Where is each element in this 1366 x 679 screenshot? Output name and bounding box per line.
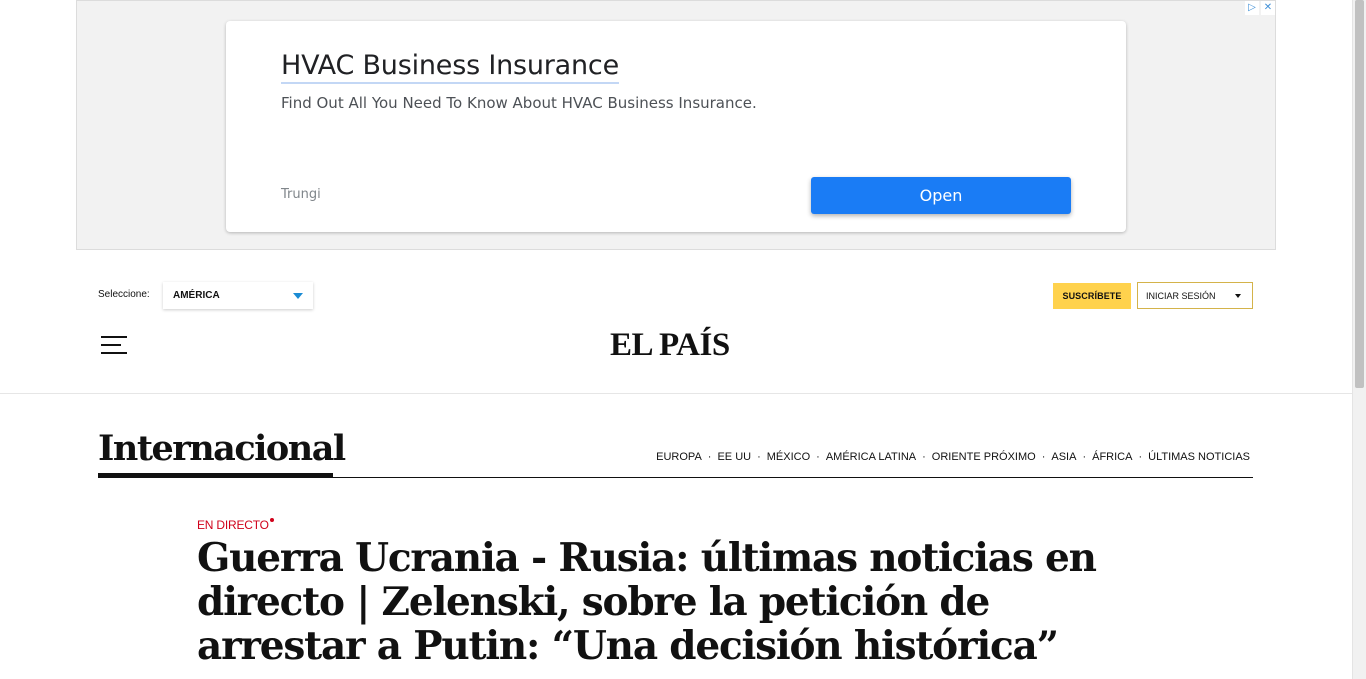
article-headline[interactable]: Guerra Ucrania - Rusia: últimas noticias… <box>197 536 1157 668</box>
section-nav: EUROPA · EE UU · MÉXICO · AMÉRICA LATINA… <box>656 451 1250 463</box>
nav-separator: · <box>1041 451 1046 463</box>
nav-item-mexico[interactable]: MÉXICO <box>767 451 810 463</box>
logo[interactable]: EL PAÍS <box>610 327 750 364</box>
nav-item-africa[interactable]: ÁFRICA <box>1092 451 1132 463</box>
header-divider <box>0 393 1352 394</box>
ad-title[interactable]: HVAC Business Insurance <box>281 50 619 84</box>
ad-choices[interactable]: ▷ ✕ <box>1245 1 1275 15</box>
login-button[interactable]: INICIAR SESIÓN <box>1137 282 1253 309</box>
nav-item-oriente-proximo[interactable]: ORIENTE PRÓXIMO <box>932 451 1036 463</box>
adchoices-icon[interactable]: ▷ <box>1245 1 1259 15</box>
nav-separator: · <box>922 451 926 463</box>
ad-description: Find Out All You Need To Know About HVAC… <box>281 94 757 112</box>
section-divider <box>98 477 1253 478</box>
nav-separator: · <box>1082 451 1087 463</box>
section-title[interactable]: Internacional <box>98 428 346 469</box>
edition-value: AMÉRICA <box>173 290 220 301</box>
nav-item-america-latina[interactable]: AMÉRICA LATINA <box>826 451 916 463</box>
hamburger-menu-icon[interactable] <box>101 336 127 354</box>
scrollbar-thumb[interactable] <box>1355 0 1364 388</box>
chevron-down-icon <box>293 293 303 299</box>
live-dot-icon <box>270 518 274 522</box>
close-icon[interactable]: ✕ <box>1261 1 1275 15</box>
nav-separator: · <box>757 451 761 463</box>
nav-item-asia[interactable]: ASIA <box>1051 451 1076 463</box>
nav-separator: · <box>707 451 712 463</box>
nav-item-ee-uu[interactable]: EE UU <box>717 451 751 463</box>
live-tag[interactable]: EN DIRECTO <box>197 518 269 532</box>
subscribe-button[interactable]: SUSCRÍBETE <box>1053 283 1131 309</box>
ad-card[interactable]: HVAC Business Insurance Find Out All You… <box>226 21 1126 232</box>
nav-item-ultimas-noticias[interactable]: ÚLTIMAS NOTICIAS <box>1148 451 1250 463</box>
nav-item-europa[interactable]: EUROPA <box>656 451 702 463</box>
ad-banner[interactable]: ▷ ✕ HVAC Business Insurance Find Out All… <box>76 0 1276 250</box>
caret-down-icon <box>1235 294 1241 298</box>
login-label: INICIAR SESIÓN <box>1146 290 1216 301</box>
edition-label: Seleccione: <box>98 289 150 300</box>
edition-select[interactable]: AMÉRICA <box>163 282 313 309</box>
ad-advertiser: Trungi <box>281 187 321 202</box>
nav-separator: · <box>1138 451 1143 463</box>
scrollbar[interactable] <box>1352 0 1366 679</box>
nav-separator: · <box>816 451 820 463</box>
ad-open-button[interactable]: Open <box>811 177 1071 214</box>
